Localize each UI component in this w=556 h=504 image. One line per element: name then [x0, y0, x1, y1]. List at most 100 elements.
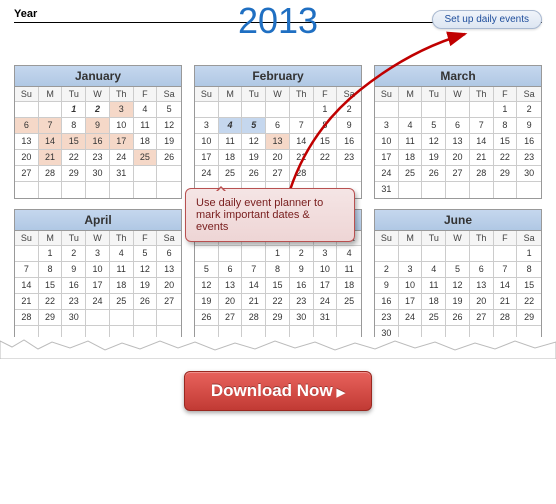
day-cell[interactable]: 16 — [517, 134, 541, 150]
day-cell[interactable]: 23 — [375, 310, 399, 326]
day-cell[interactable]: 11 — [399, 134, 423, 150]
day-cell[interactable]: 26 — [422, 166, 446, 182]
day-cell[interactable]: 8 — [314, 118, 338, 134]
day-cell[interactable]: 17 — [195, 150, 219, 166]
day-cell[interactable]: 16 — [62, 278, 86, 294]
day-cell[interactable]: 4 — [110, 246, 134, 262]
day-cell[interactable]: 18 — [219, 150, 243, 166]
day-cell[interactable]: 11 — [422, 278, 446, 294]
day-cell[interactable]: 23 — [86, 150, 110, 166]
day-cell[interactable]: 14 — [15, 278, 39, 294]
day-cell[interactable]: 7 — [242, 262, 266, 278]
day-cell[interactable]: 22 — [266, 294, 290, 310]
day-cell[interactable]: 18 — [337, 278, 361, 294]
day-cell[interactable]: 9 — [375, 278, 399, 294]
day-cell[interactable]: 14 — [494, 278, 518, 294]
day-cell[interactable]: 26 — [242, 166, 266, 182]
day-cell[interactable]: 8 — [62, 118, 86, 134]
day-cell[interactable]: 8 — [39, 262, 63, 278]
day-cell[interactable]: 13 — [15, 134, 39, 150]
day-cell[interactable]: 23 — [517, 150, 541, 166]
day-cell[interactable]: 13 — [470, 278, 494, 294]
day-cell[interactable]: 19 — [446, 294, 470, 310]
day-cell[interactable]: 13 — [157, 262, 181, 278]
day-cell[interactable]: 27 — [446, 166, 470, 182]
day-cell[interactable]: 24 — [314, 294, 338, 310]
day-cell[interactable]: 29 — [494, 166, 518, 182]
day-cell[interactable]: 8 — [266, 262, 290, 278]
day-cell[interactable]: 14 — [470, 134, 494, 150]
day-cell[interactable]: 25 — [134, 150, 158, 166]
download-button[interactable]: Download Now▶ — [184, 371, 372, 411]
day-cell[interactable]: 23 — [337, 150, 361, 166]
day-cell[interactable]: 30 — [62, 310, 86, 326]
day-cell[interactable]: 6 — [157, 246, 181, 262]
day-cell[interactable]: 29 — [517, 310, 541, 326]
day-cell[interactable]: 22 — [39, 294, 63, 310]
day-cell[interactable]: 17 — [399, 294, 423, 310]
day-cell[interactable]: 15 — [314, 134, 338, 150]
day-cell[interactable]: 11 — [219, 134, 243, 150]
day-cell[interactable]: 17 — [314, 278, 338, 294]
day-cell[interactable]: 7 — [15, 262, 39, 278]
day-cell[interactable]: 13 — [219, 278, 243, 294]
day-cell[interactable]: 10 — [399, 278, 423, 294]
day-cell[interactable]: 15 — [62, 134, 86, 150]
day-cell[interactable]: 13 — [266, 134, 290, 150]
day-cell[interactable]: 17 — [375, 150, 399, 166]
day-cell[interactable]: 4 — [399, 118, 423, 134]
day-cell[interactable]: 3 — [86, 246, 110, 262]
day-cell[interactable]: 6 — [15, 118, 39, 134]
day-cell[interactable]: 10 — [375, 134, 399, 150]
day-cell[interactable]: 7 — [470, 118, 494, 134]
day-cell[interactable]: 1 — [266, 246, 290, 262]
day-cell[interactable]: 29 — [62, 166, 86, 182]
day-cell[interactable]: 14 — [290, 134, 314, 150]
day-cell[interactable]: 20 — [157, 278, 181, 294]
day-cell[interactable]: 30 — [290, 310, 314, 326]
day-cell[interactable]: 28 — [39, 166, 63, 182]
day-cell[interactable]: 6 — [219, 262, 243, 278]
day-cell[interactable]: 18 — [399, 150, 423, 166]
day-cell[interactable]: 23 — [62, 294, 86, 310]
day-cell[interactable]: 9 — [517, 118, 541, 134]
day-cell[interactable]: 5 — [242, 118, 266, 134]
day-cell[interactable]: 12 — [134, 262, 158, 278]
day-cell[interactable]: 25 — [337, 294, 361, 310]
day-cell[interactable]: 10 — [314, 262, 338, 278]
day-cell[interactable]: 21 — [470, 150, 494, 166]
day-cell[interactable]: 19 — [134, 278, 158, 294]
day-cell[interactable]: 31 — [375, 182, 399, 198]
day-cell[interactable]: 5 — [195, 262, 219, 278]
day-cell[interactable]: 1 — [494, 102, 518, 118]
day-cell[interactable]: 15 — [39, 278, 63, 294]
day-cell[interactable]: 1 — [517, 246, 541, 262]
day-cell[interactable]: 25 — [422, 310, 446, 326]
day-cell[interactable]: 3 — [375, 118, 399, 134]
day-cell[interactable]: 9 — [86, 118, 110, 134]
day-cell[interactable]: 25 — [219, 166, 243, 182]
day-cell[interactable]: 28 — [470, 166, 494, 182]
day-cell[interactable]: 30 — [86, 166, 110, 182]
day-cell[interactable]: 11 — [134, 118, 158, 134]
day-cell[interactable]: 8 — [517, 262, 541, 278]
day-cell[interactable]: 21 — [494, 294, 518, 310]
day-cell[interactable]: 4 — [134, 102, 158, 118]
day-cell[interactable]: 27 — [470, 310, 494, 326]
day-cell[interactable]: 28 — [290, 166, 314, 182]
day-cell[interactable]: 29 — [39, 310, 63, 326]
day-cell[interactable]: 2 — [290, 246, 314, 262]
day-cell[interactable]: 21 — [15, 294, 39, 310]
day-cell[interactable]: 27 — [15, 166, 39, 182]
day-cell[interactable]: 4 — [422, 262, 446, 278]
day-cell[interactable]: 15 — [517, 278, 541, 294]
day-cell[interactable]: 4 — [337, 246, 361, 262]
day-cell[interactable]: 21 — [242, 294, 266, 310]
day-cell[interactable]: 28 — [494, 310, 518, 326]
day-cell[interactable]: 20 — [446, 150, 470, 166]
day-cell[interactable]: 20 — [219, 294, 243, 310]
day-cell[interactable]: 7 — [290, 118, 314, 134]
day-cell[interactable]: 18 — [110, 278, 134, 294]
day-cell[interactable]: 22 — [517, 294, 541, 310]
day-cell[interactable]: 18 — [422, 294, 446, 310]
